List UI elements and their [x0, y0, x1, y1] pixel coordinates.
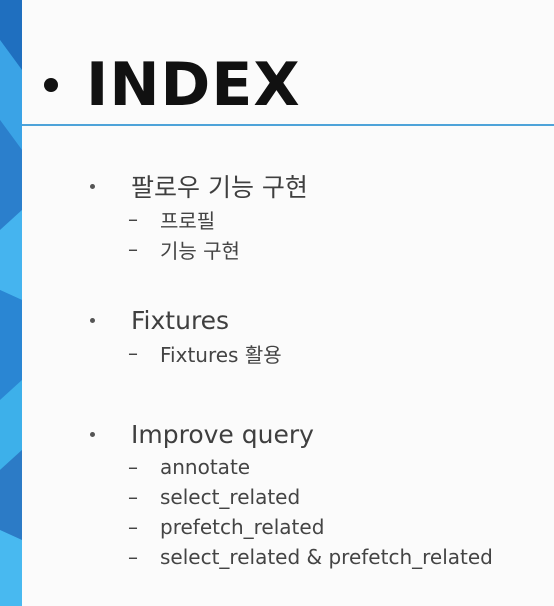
list-item: – Fixtures 활용 — [128, 338, 282, 368]
list-item: – select_related — [128, 482, 493, 512]
section-heading: 팔로우 기능 구현 — [86, 168, 308, 204]
section-title: 팔로우 기능 구현 — [131, 173, 308, 202]
sub-list: – Fixtures 활용 — [86, 338, 282, 368]
list-item: – 프로필 — [128, 204, 308, 234]
list-item: – annotate — [128, 452, 493, 482]
list-item-label: select_related — [160, 485, 301, 509]
slide-title: INDEX — [86, 50, 301, 120]
list-item-label: select_related & prefetch_related — [160, 545, 493, 569]
dash-bullet: – — [128, 237, 138, 261]
bullet-dot — [90, 431, 95, 437]
section-title: Fixtures — [131, 305, 230, 335]
list-item-label: annotate — [160, 455, 251, 479]
list-item-label: 프로필 — [160, 208, 216, 233]
section-heading: Fixtures — [86, 302, 282, 338]
dash-bullet: – — [128, 455, 138, 479]
section-title: Improve query — [131, 419, 314, 449]
dash-bullet: – — [128, 515, 138, 539]
list-item-label: 기능 구현 — [160, 238, 240, 263]
section-heading: Improve query — [86, 416, 493, 452]
bullet-dot — [90, 317, 95, 323]
dash-bullet: – — [128, 341, 138, 365]
list-item-label: prefetch_related — [160, 515, 325, 539]
title-divider — [22, 124, 554, 126]
dash-bullet: – — [128, 545, 138, 569]
list-item: – select_related & prefetch_related — [128, 542, 493, 572]
list-item: – 기능 구현 — [128, 234, 308, 264]
dash-bullet: – — [128, 207, 138, 231]
sub-list: – annotate – select_related – prefetch_r… — [86, 452, 493, 572]
title-row: INDEX — [44, 50, 301, 120]
dash-bullet: – — [128, 485, 138, 509]
sub-list: – 프로필 – 기능 구현 — [86, 204, 308, 264]
list-item: – prefetch_related — [128, 512, 493, 542]
list-item-label: Fixtures 활용 — [160, 342, 282, 367]
section-fixtures: Fixtures – Fixtures 활용 — [86, 302, 282, 368]
section-follow: 팔로우 기능 구현 – 프로필 – 기능 구현 — [86, 168, 308, 264]
title-bullet — [44, 78, 58, 92]
decorative-side-strip — [0, 0, 22, 606]
slide: INDEX 팔로우 기능 구현 – 프로필 – 기능 구현 Fixtures – — [0, 0, 554, 606]
section-improve-query: Improve query – annotate – select_relate… — [86, 416, 493, 572]
bullet-dot — [90, 183, 95, 189]
